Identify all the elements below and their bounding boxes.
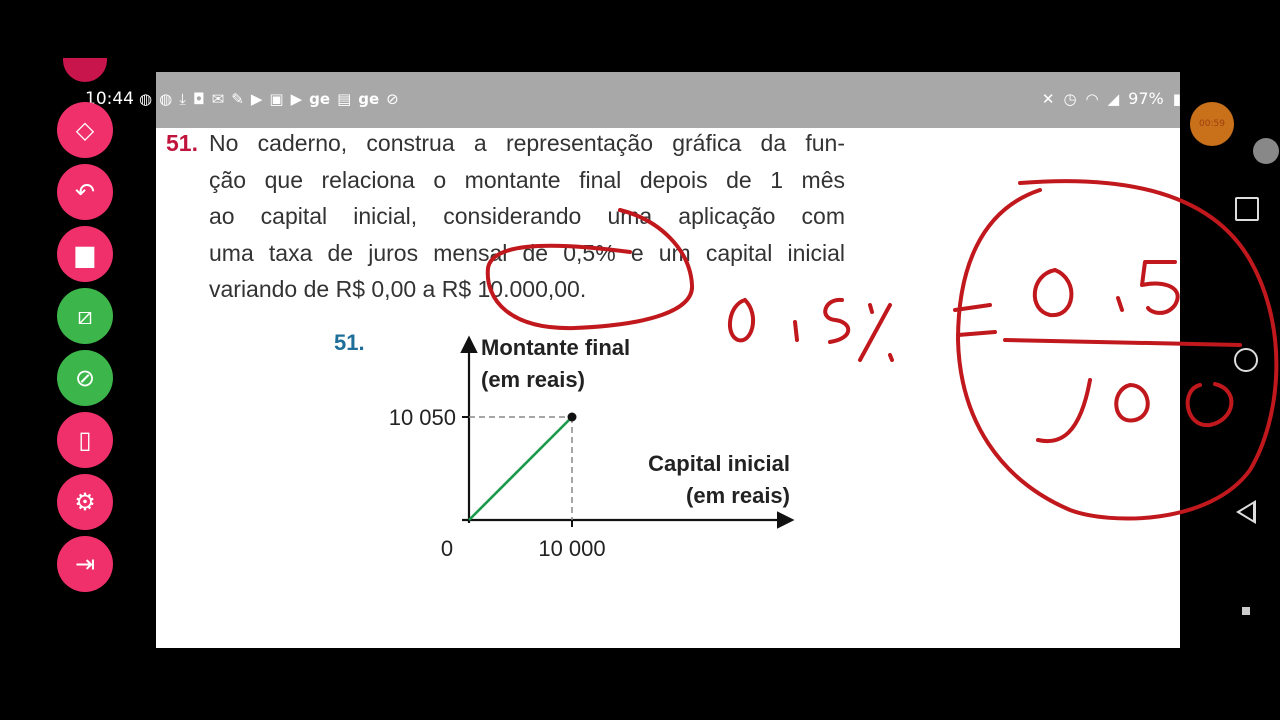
stop-icon[interactable] — [1242, 607, 1250, 615]
eye-off-button[interactable]: ⊘ — [57, 350, 113, 406]
question-line: ao capital inicial, considerando uma apl… — [209, 203, 845, 229]
settings-button[interactable]: ⚙ — [57, 474, 113, 530]
recording-bubble[interactable]: 00:59 — [1190, 102, 1234, 146]
question-text: No caderno, construa a representação grá… — [209, 125, 845, 308]
ge-icon: ge — [309, 90, 331, 108]
undo-icon: ↶ — [74, 178, 96, 206]
question-line: variando de R$ 0,00 a R$ 10.000,00. — [209, 276, 587, 302]
y-axis-label: (em reais) — [481, 367, 585, 392]
delete-button[interactable]: ▆ — [57, 226, 113, 282]
wifi-icon: ◠ — [1085, 89, 1099, 108]
gmail-icon: ✉ — [211, 90, 225, 108]
no-image-icon: ⊘ — [386, 90, 399, 108]
recording-time: 00:59 — [1199, 119, 1225, 129]
eye-off-icon: ⊘ — [74, 364, 96, 392]
y-tick-label: 10 050 — [389, 405, 456, 430]
messenger-icon: ◍ — [159, 90, 173, 108]
instagram-icon: ◘ — [192, 90, 205, 108]
messenger-icon: ◍ — [139, 90, 153, 108]
video-icon: ▶ — [250, 90, 263, 108]
status-bar-content: 10:44 ◍ ◍ ⤓ ◘ ✉ ✎ ▶ ▣ ▶ ge ▤ ge ⊘ ✕ ◷ ◠ … — [85, 89, 1185, 113]
toolbar-top-handle[interactable] — [63, 58, 107, 82]
vibrate-button[interactable]: ▯ — [57, 412, 113, 468]
exit-icon: ⇥ — [74, 550, 96, 578]
trash-icon: ▆ — [75, 240, 95, 268]
signal-icon: ◢ — [1107, 89, 1120, 108]
origin-label: 0 — [441, 536, 453, 561]
home-button[interactable] — [1234, 348, 1258, 372]
question-line: No caderno, construa a representação grá… — [209, 130, 845, 156]
question-line: ção que relaciona o montante final depoi… — [209, 166, 845, 193]
pen-icon: ✎ — [231, 90, 244, 108]
mute-icon: ✕ — [1041, 89, 1055, 108]
gear-icon: ⚙ — [74, 488, 96, 516]
question-line: uma taxa de juros mensal de 0,5% e um ca… — [209, 239, 845, 266]
battery-level: 97% — [1128, 89, 1164, 108]
back-button-inner — [1240, 504, 1253, 520]
x-axis-label: (em reais) — [686, 483, 790, 508]
x-axis-label: Capital inicial — [648, 451, 790, 476]
vibrate-icon: ▯ — [78, 426, 92, 454]
eraser-button[interactable]: ◇ — [57, 102, 113, 158]
document-view: 51. No caderno, construa a representação… — [156, 72, 1180, 648]
data-point — [567, 412, 577, 422]
hide-layer-icon: ⧄ — [77, 302, 93, 330]
gallery-icon: ▣ — [269, 90, 284, 108]
answer-graph: Montante final (em reais) Capital inicia… — [389, 335, 795, 561]
recents-button[interactable] — [1235, 197, 1259, 221]
ge-icon: ge — [358, 90, 380, 108]
y-axis-label: Montante final — [481, 335, 630, 360]
camera-shutter-icon[interactable] — [1253, 138, 1279, 164]
exit-button[interactable]: ⇥ — [57, 536, 113, 592]
eraser-icon: ◇ — [75, 116, 95, 144]
series-line — [468, 416, 573, 521]
download-icon: ⤓ — [179, 90, 186, 108]
undo-button[interactable]: ↶ — [57, 164, 113, 220]
x-tick-label: 10 000 — [538, 536, 605, 561]
hide-layer-button[interactable]: ⧄ — [57, 288, 113, 344]
alarm-icon: ◷ — [1063, 89, 1077, 108]
navigation-bar: 00:59 — [1180, 72, 1280, 648]
youtube-icon: ▶ — [290, 90, 303, 108]
question-number: 51. — [166, 130, 198, 156]
ge-box-icon: ▤ — [337, 90, 352, 108]
